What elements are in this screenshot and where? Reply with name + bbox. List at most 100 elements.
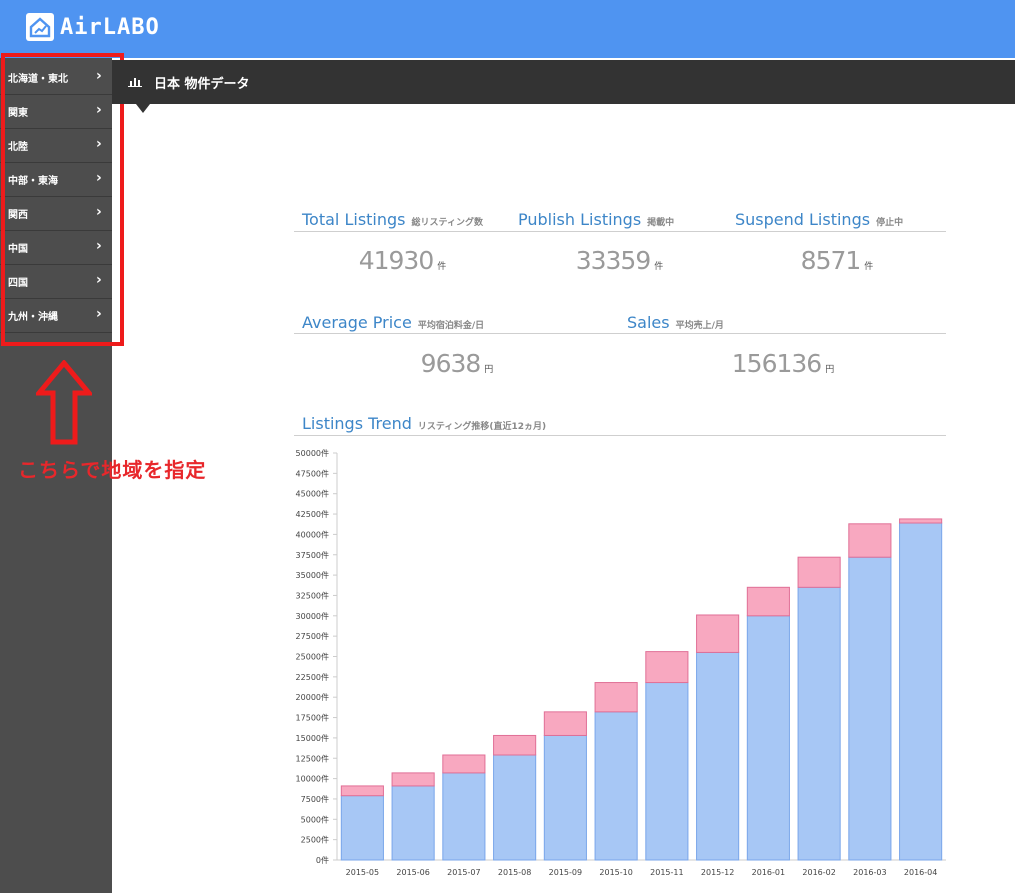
sidebar-item-chubu-tokai[interactable]: 中部・東海 › xyxy=(0,163,112,197)
listings-trend-chart: 0件 2500件 5000件 7500件 10000件 12500件 15000件 17500… xyxy=(296,448,946,877)
y-tick-label: 5000件 xyxy=(301,814,329,824)
y-tick-label: 17500件 xyxy=(296,713,329,723)
bar-suspend xyxy=(442,754,486,774)
unit-label: 円 xyxy=(825,365,835,375)
unit-label: 件 xyxy=(654,262,664,272)
y-tick-label: 50000件 xyxy=(296,448,329,458)
x-tick-label: 2016-01 xyxy=(752,868,785,877)
x-tick-label: 2015-12 xyxy=(701,868,734,877)
y-tick-label: 40000件 xyxy=(296,529,329,539)
y-tick-label: 12500件 xyxy=(296,753,329,763)
top-header: AirLABO xyxy=(0,0,1015,58)
unit-label: 円 xyxy=(484,365,494,375)
y-tick-label: 2500件 xyxy=(301,835,329,845)
sidebar-item-kyushu-okinawa[interactable]: 九州・沖縄 › xyxy=(0,299,112,333)
publish-listings-title: Publish Listings xyxy=(518,210,642,229)
bar-suspend xyxy=(696,614,740,653)
publish-listings-sub: 掲載中 xyxy=(647,218,675,228)
bar-suspend xyxy=(899,518,943,524)
average-price-title: Average Price xyxy=(302,313,412,332)
annotation-text: こちらで地域を指定 xyxy=(18,458,207,482)
bar-publish xyxy=(543,734,587,861)
bar-suspend xyxy=(594,682,638,713)
sales-heading: Sales 平均売上/月 xyxy=(627,313,724,332)
y-tick-label: 22500件 xyxy=(296,672,329,682)
header-pointer xyxy=(136,104,150,113)
sidebar-item-kanto[interactable]: 関東 › xyxy=(0,95,112,129)
bar-suspend xyxy=(543,711,587,736)
chevron-right-icon: › xyxy=(96,102,102,118)
x-tick-label: 2016-03 xyxy=(853,868,886,877)
suspend-listings-value: 8571 件 xyxy=(728,246,946,275)
y-tick-label: 30000件 xyxy=(296,611,329,621)
y-tick-label: 25000件 xyxy=(296,652,329,662)
bar-suspend xyxy=(645,651,689,684)
x-tick-label: 2015-09 xyxy=(549,868,582,877)
x-tick-label: 2016-02 xyxy=(802,868,835,877)
bar-publish xyxy=(848,556,892,861)
sidebar-item-label: 中部・東海 xyxy=(8,176,58,187)
average-price-heading: Average Price 平均宿泊料金/日 xyxy=(302,313,484,332)
sidebar-item-kansai[interactable]: 関西 › xyxy=(0,197,112,231)
bar-publish xyxy=(340,795,384,861)
sales-title: Sales xyxy=(627,313,670,332)
sidebar-item-label: 関西 xyxy=(8,210,28,221)
y-tick-label: 35000件 xyxy=(296,570,329,580)
page-header: 日本 物件データ xyxy=(112,60,1015,104)
logo[interactable]: AirLABO xyxy=(26,13,160,41)
sidebar-item-label: 北海道・東北 xyxy=(8,74,68,85)
bar-suspend xyxy=(797,556,841,588)
sales-sub: 平均売上/月 xyxy=(675,321,724,331)
average-price-value: 9638 円 xyxy=(294,349,620,378)
publish-listings-heading: Publish Listings 掲載中 xyxy=(518,210,674,229)
unit-label: 件 xyxy=(437,262,447,272)
sales-value: 156136 円 xyxy=(620,349,946,378)
bar-publish xyxy=(594,711,638,861)
x-tick-label: 2015-10 xyxy=(599,868,632,877)
total-listings-heading: Total Listings 総リスティング数 xyxy=(302,210,483,229)
bar-publish xyxy=(797,586,841,861)
suspend-listings-heading: Suspend Listings 停止中 xyxy=(735,210,903,229)
y-tick-label: 47500件 xyxy=(296,468,329,478)
sales-number: 156136 xyxy=(731,349,822,378)
y-tick-label: 42500件 xyxy=(296,509,329,519)
bar-suspend xyxy=(848,523,892,558)
publish-listings-number: 33359 xyxy=(575,246,652,275)
sidebar-item-label: 関東 xyxy=(8,108,28,119)
publish-listings-value: 33359 件 xyxy=(511,246,728,275)
divider xyxy=(294,231,946,232)
sidebar-item-label: 中国 xyxy=(8,244,28,255)
sidebar-item-chugoku[interactable]: 中国 › xyxy=(0,231,112,265)
x-tick-label: 2015-05 xyxy=(346,868,379,877)
y-tick-label: 15000件 xyxy=(296,733,329,743)
x-tick-label: 2015-07 xyxy=(447,868,480,877)
sidebar-item-label: 四国 xyxy=(8,278,28,289)
bar-publish xyxy=(493,754,537,861)
x-tick-label: 2015-11 xyxy=(650,868,683,877)
chevron-right-icon: › xyxy=(96,238,102,254)
suspend-listings-sub: 停止中 xyxy=(876,218,904,228)
sidebar-item-label: 北陸 xyxy=(8,142,28,153)
total-listings-title: Total Listings xyxy=(302,210,406,229)
y-tick-label: 10000件 xyxy=(296,774,329,784)
house-logo-icon xyxy=(26,13,54,41)
average-price-sub: 平均宿泊料金/日 xyxy=(417,321,485,331)
sidebar-item-shikoku[interactable]: 四国 › xyxy=(0,265,112,299)
total-listings-number: 41930 xyxy=(358,246,435,275)
bar-publish xyxy=(442,772,486,861)
sidebar-item-label: 九州・沖縄 xyxy=(8,312,58,323)
y-tick-label: 7500件 xyxy=(301,794,329,804)
chevron-right-icon: › xyxy=(96,204,102,220)
bar-publish xyxy=(899,522,943,861)
y-tick-label: 20000件 xyxy=(296,692,329,702)
unit-label: 件 xyxy=(864,262,874,272)
sidebar-item-hokkaido-tohoku[interactable]: 北海道・東北 › xyxy=(0,61,112,95)
logo-text: AirLABO xyxy=(60,14,160,40)
y-tick-label: 27500件 xyxy=(296,631,329,641)
divider xyxy=(294,435,946,436)
suspend-listings-title: Suspend Listings xyxy=(735,210,871,229)
chevron-right-icon: › xyxy=(96,170,102,186)
sidebar-item-hokuriku[interactable]: 北陸 › xyxy=(0,129,112,163)
y-tick-label: 45000件 xyxy=(296,489,329,499)
page-title: 日本 物件データ xyxy=(154,77,250,92)
